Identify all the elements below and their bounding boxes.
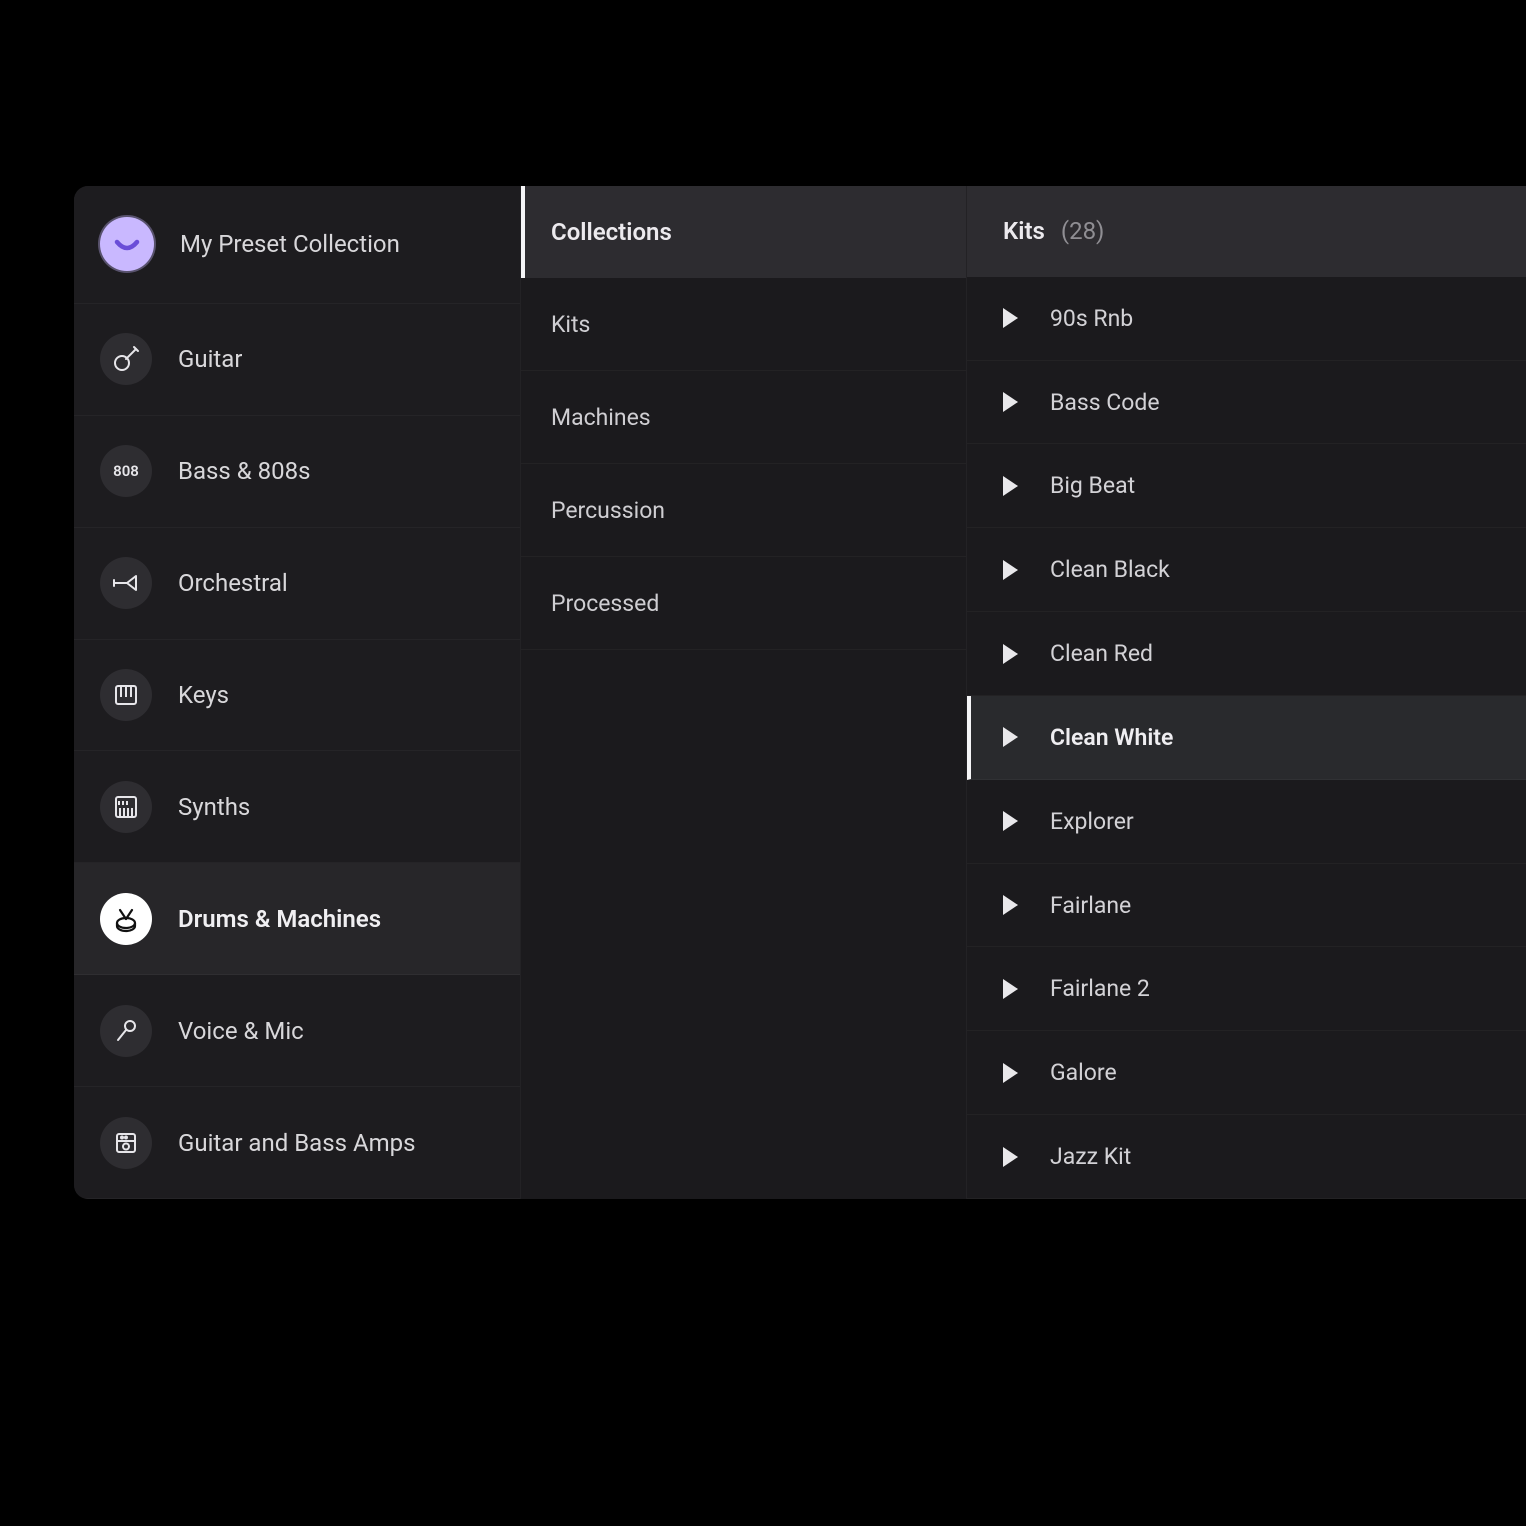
play-icon: [1003, 811, 1018, 831]
kit-item[interactable]: Clean Red: [967, 612, 1526, 696]
808-icon: 808: [100, 445, 152, 497]
categories-column: My Preset Collection Guitar 808 Bass & 8…: [74, 186, 520, 1199]
kit-item[interactable]: Explorer: [967, 780, 1526, 864]
keys-icon: [100, 669, 152, 721]
kit-item[interactable]: Fairlane: [967, 864, 1526, 948]
kit-item-label: 90s Rnb: [1050, 305, 1133, 332]
play-icon: [1003, 1147, 1018, 1167]
amp-icon: [100, 1117, 152, 1169]
kit-item-label: Clean Red: [1050, 640, 1153, 667]
sidebar-item-drums-machines[interactable]: Drums & Machines: [74, 863, 520, 975]
kit-item[interactable]: Bass Code: [967, 361, 1526, 445]
collection-item-label: Percussion: [551, 497, 665, 524]
sidebar-item-label: Keys: [178, 681, 229, 709]
play-icon: [1003, 392, 1018, 412]
sidebar-item-voice-mic[interactable]: Voice & Mic: [74, 975, 520, 1087]
collection-item-label: Machines: [551, 404, 651, 431]
kit-item-label: Clean Black: [1050, 556, 1170, 583]
kit-item-selected[interactable]: Clean White: [967, 696, 1526, 780]
sidebar-item-amps[interactable]: Guitar and Bass Amps: [74, 1087, 520, 1199]
kit-item-label: Fairlane 2: [1050, 975, 1150, 1002]
collection-item-machines[interactable]: Machines: [521, 371, 966, 464]
horn-icon: [100, 557, 152, 609]
sidebar-item-label: Voice & Mic: [178, 1017, 304, 1045]
play-icon: [1003, 560, 1018, 580]
kits-header-count: (28): [1061, 217, 1105, 245]
kit-item-label: Jazz Kit: [1050, 1143, 1131, 1170]
collections-column: Collections Kits Machines Percussion Pro…: [520, 186, 967, 1199]
play-icon: [1003, 644, 1018, 664]
collection-item-label: Processed: [551, 590, 659, 617]
sidebar-item-label: My Preset Collection: [180, 230, 400, 258]
sidebar-item-label: Guitar and Bass Amps: [178, 1129, 416, 1157]
kits-column: Kits (28) 90s Rnb Bass Code Big Beat Cle…: [967, 186, 1526, 1199]
guitar-icon: [100, 333, 152, 385]
kit-item[interactable]: Galore: [967, 1031, 1526, 1115]
play-icon: [1003, 895, 1018, 915]
kit-item[interactable]: Jazz Kit: [967, 1115, 1526, 1199]
play-icon: [1003, 308, 1018, 328]
sidebar-item-label: Synths: [178, 793, 250, 821]
collection-item-percussion[interactable]: Percussion: [521, 464, 966, 557]
play-icon: [1003, 979, 1018, 999]
synth-icon: [100, 781, 152, 833]
play-icon: [1003, 727, 1018, 747]
sidebar-item-label: Orchestral: [178, 569, 288, 597]
sidebar-item-label: Guitar: [178, 345, 242, 373]
kits-header: Kits (28): [967, 186, 1526, 277]
kit-item-label: Bass Code: [1050, 389, 1160, 416]
collection-item-processed[interactable]: Processed: [521, 557, 966, 650]
collection-item-kits[interactable]: Kits: [521, 278, 966, 371]
kit-item-label: Fairlane: [1050, 892, 1131, 919]
preset-browser: My Preset Collection Guitar 808 Bass & 8…: [74, 186, 1526, 1199]
sidebar-item-my-presets[interactable]: My Preset Collection: [74, 186, 520, 304]
kit-item[interactable]: Big Beat: [967, 444, 1526, 528]
sidebar-item-guitar[interactable]: Guitar: [74, 304, 520, 416]
kit-item[interactable]: Clean Black: [967, 528, 1526, 612]
sidebar-item-synths[interactable]: Synths: [74, 751, 520, 863]
sidebar-item-label: Bass & 808s: [178, 457, 310, 485]
sidebar-item-orchestral[interactable]: Orchestral: [74, 528, 520, 640]
kit-item-label: Galore: [1050, 1059, 1117, 1086]
kits-header-title: Kits: [1003, 217, 1045, 245]
collections-header-label: Collections: [551, 218, 672, 246]
preset-collection-icon: [100, 217, 154, 271]
sidebar-item-label: Drums & Machines: [178, 905, 381, 933]
kit-item-label: Clean White: [1050, 724, 1173, 751]
mic-icon: [100, 1005, 152, 1057]
play-icon: [1003, 476, 1018, 496]
sidebar-item-bass-808s[interactable]: 808 Bass & 808s: [74, 416, 520, 528]
collections-header[interactable]: Collections: [521, 186, 966, 278]
play-icon: [1003, 1063, 1018, 1083]
collection-item-label: Kits: [551, 311, 590, 338]
sidebar-item-keys[interactable]: Keys: [74, 640, 520, 752]
kit-item[interactable]: 90s Rnb: [967, 277, 1526, 361]
drum-icon: [100, 893, 152, 945]
kit-item-label: Explorer: [1050, 808, 1134, 835]
kit-item-label: Big Beat: [1050, 472, 1135, 499]
kit-item[interactable]: Fairlane 2: [967, 947, 1526, 1031]
